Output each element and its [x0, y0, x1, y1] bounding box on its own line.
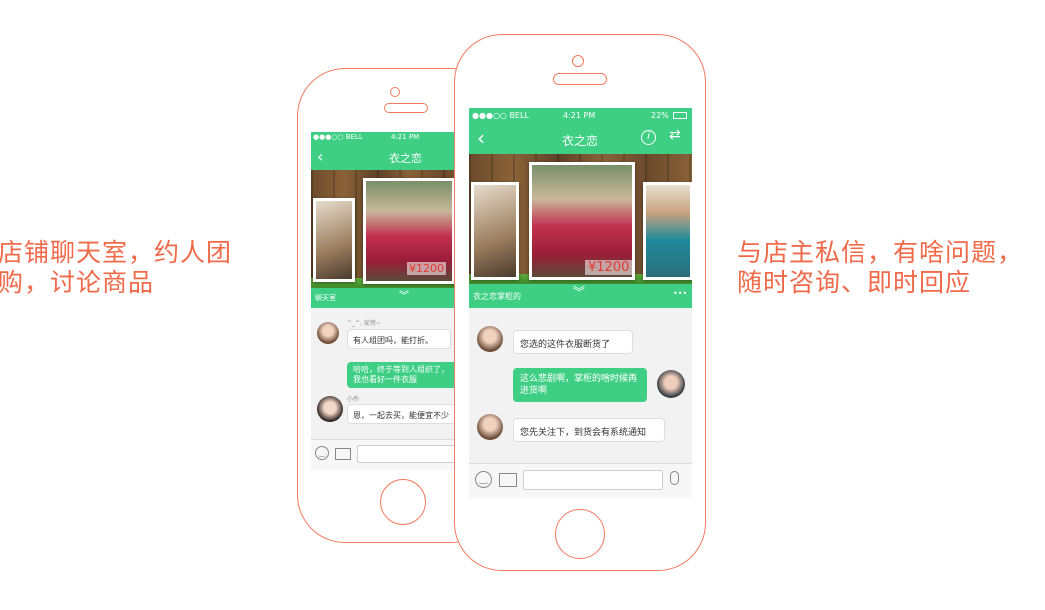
home-button[interactable]: [380, 479, 426, 525]
time-label: 4:21 PM: [391, 133, 420, 141]
product-banner: ¥1200: [311, 170, 476, 288]
more-icon[interactable]: •••: [673, 289, 687, 298]
right-caption-line1: 与店主私信，有啥问题，: [737, 238, 1024, 267]
earpiece-speaker: [384, 103, 428, 113]
avatar: [317, 322, 339, 344]
price-tag: ¥1200: [407, 262, 446, 275]
avatar: [657, 370, 685, 398]
message-bubble: 您先关注下，到货会有系统通知: [513, 418, 665, 442]
message-bubble-self: 哈哈，终于等到人组织了，我也看好一件衣服: [347, 362, 459, 388]
swap-icon[interactable]: ⇄: [669, 127, 681, 143]
left-caption-line1: 店铺聊天室，约人团: [0, 238, 233, 267]
avatar: [477, 414, 503, 440]
chevron-down-icon[interactable]: ︾: [573, 283, 585, 300]
carrier-label: ●●●○○ BELL: [472, 111, 529, 120]
home-button[interactable]: [555, 509, 605, 559]
price-tag: ¥1200: [585, 260, 633, 275]
product-photo-left[interactable]: [313, 198, 355, 282]
right-caption-line2: 随时咨询、即时回应: [737, 268, 972, 297]
avatar: [317, 396, 343, 422]
nav-title: 衣之恋: [562, 134, 599, 148]
right-caption: 与店主私信，有啥问题， 随时咨询、即时回应: [737, 238, 1023, 298]
front-camera: [572, 55, 584, 67]
front-camera: [390, 87, 400, 97]
time-label: 4:21 PM: [563, 111, 596, 120]
phone-front: ●●●○○ BELL 4:21 PM 22% ‹ 衣之恋 i ⇄ ¥1200 衣…: [454, 34, 706, 571]
sender-name: ^_^, 安然~: [347, 320, 381, 327]
left-caption: 店铺聊天室，约人团 购，讨论商品: [0, 238, 232, 298]
product-banner: ¥1200: [469, 154, 692, 284]
carrier-label: ●●●○○ BELL: [313, 133, 363, 141]
message-bubble: 您选的这件衣服断货了: [513, 330, 633, 354]
status-bar: ●●●○○ BELL 4:21 PM 22%: [469, 108, 692, 124]
earpiece-speaker: [553, 73, 607, 85]
product-photo-left[interactable]: [471, 182, 519, 280]
shopkeeper-bar: 衣之恋掌柜的 ︾ •••: [469, 284, 692, 308]
chatroom-label: 聊天室: [315, 294, 336, 302]
chat-area: 您选的这件衣服断货了 这么悲剧啊，掌柜的啥时候再进货啊 您先关注下，到货会有系统…: [469, 308, 692, 464]
sender-name: 小乔: [347, 396, 360, 403]
nav-bar: ‹ 衣之恋: [311, 144, 476, 170]
input-bar: ‿: [469, 463, 692, 498]
battery-label: 22%: [651, 111, 669, 120]
image-icon[interactable]: [499, 473, 517, 487]
nav-bar: ‹ 衣之恋 i ⇄: [469, 124, 692, 154]
back-icon[interactable]: ‹: [477, 126, 485, 150]
message-input[interactable]: [523, 470, 663, 490]
message-bubble: 有人组团吗，能打折。: [347, 329, 451, 349]
screen-front: ●●●○○ BELL 4:21 PM 22% ‹ 衣之恋 i ⇄ ¥1200 衣…: [469, 108, 692, 498]
shopkeeper-label: 衣之恋掌柜的: [473, 292, 521, 301]
battery-icon: [673, 112, 687, 119]
smiley-icon[interactable]: ‿: [315, 446, 329, 460]
microphone-icon[interactable]: [670, 471, 679, 485]
screen-back: ●●●○○ BELL 4:21 PM ‹ 衣之恋 ¥1200 聊天室 ︾ ^_^…: [311, 132, 476, 470]
product-photo-right[interactable]: [643, 182, 692, 280]
back-icon[interactable]: ‹: [317, 147, 323, 166]
chevron-down-icon[interactable]: ︾: [399, 287, 409, 302]
nav-title: 衣之恋: [389, 152, 422, 165]
message-bubble-self: 这么悲剧啊，掌柜的啥时候再进货啊: [513, 368, 647, 402]
avatar: [477, 326, 503, 352]
chatroom-bar: 聊天室 ︾: [311, 288, 476, 308]
left-caption-line2: 购，讨论商品: [0, 268, 155, 297]
input-bar: ‿: [311, 439, 476, 470]
smiley-icon[interactable]: ‿: [475, 471, 492, 488]
image-icon[interactable]: [335, 448, 351, 460]
chat-area: ^_^, 安然~ 有人组团吗，能打折。 哈哈，终于等到人组织了，我也看好一件衣服…: [311, 308, 476, 438]
status-bar: ●●●○○ BELL 4:21 PM: [311, 132, 476, 144]
info-icon[interactable]: i: [641, 130, 656, 145]
